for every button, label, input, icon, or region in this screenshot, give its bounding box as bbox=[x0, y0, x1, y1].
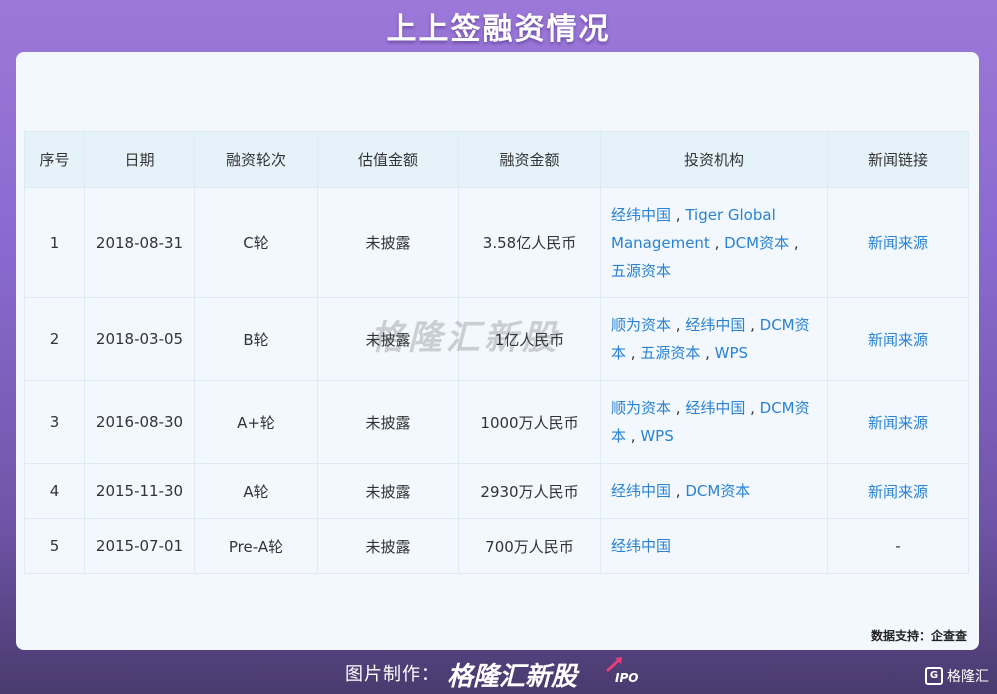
news-link[interactable]: 新闻来源 bbox=[868, 331, 928, 349]
logo-icon: G bbox=[925, 667, 943, 685]
corner-logo: G 格隆汇 bbox=[925, 666, 989, 686]
cell-valuation: 未披露 bbox=[317, 518, 459, 574]
page-title: 上上签融资情况 bbox=[386, 12, 611, 47]
cell-investors: 经纬中国 bbox=[600, 518, 828, 574]
table-row: 3 2016-08-30 A+轮 未披露 1000万人民币 顺为资本 , 经纬中国 , D… bbox=[24, 380, 969, 464]
cell-investors: 顺为资本 , 经纬中国 , DCM资本 , 五源资本 , WPS bbox=[600, 297, 828, 381]
investor-link[interactable]: DCM资本 bbox=[724, 234, 789, 252]
table-row: 2 2018-03-05 B轮 未披露 1亿人民币 顺为资本 , 经纬中国 , DCM资本… bbox=[24, 297, 969, 381]
cell-news: 新闻来源 bbox=[827, 380, 969, 464]
table-row: 4 2015-11-30 A轮 未披露 2930万人民币 经纬中国 , DCM资本 新闻来源 bbox=[24, 463, 969, 519]
column-header: 新闻链接 bbox=[827, 131, 969, 188]
column-header: 融资轮次 bbox=[194, 131, 318, 188]
investor-link[interactable]: 经纬中国 bbox=[611, 537, 671, 555]
investor-link[interactable]: WPS bbox=[640, 427, 673, 445]
investor-link[interactable]: DCM资本 bbox=[685, 482, 750, 500]
cell-round: Pre-A轮 bbox=[194, 518, 318, 574]
investor-link[interactable]: 经纬中国 bbox=[611, 482, 671, 500]
table-header-row: 序号 日期 融资轮次 估值金额 融资金额 投资机构 新闻链接 bbox=[24, 131, 969, 188]
investor-link[interactable]: 经纬中国 bbox=[685, 399, 745, 417]
column-header: 日期 bbox=[84, 131, 195, 188]
cell-date: 2018-08-31 bbox=[84, 187, 195, 298]
investor-link[interactable]: 顺为资本 bbox=[611, 399, 671, 417]
cell-investors: 经纬中国 , Tiger Global Management , DCM资本 ,… bbox=[600, 187, 828, 298]
table-row: 1 2018-08-31 C轮 未披露 3.58亿人民币 经纬中国 , Tiger Glo… bbox=[24, 187, 969, 298]
cell-round: C轮 bbox=[194, 187, 318, 298]
cell-amount: 700万人民币 bbox=[458, 518, 601, 574]
cell-round: A+轮 bbox=[194, 380, 318, 464]
cell-valuation: 未披露 bbox=[317, 187, 459, 298]
investor-link[interactable]: 五源资本 bbox=[640, 344, 700, 362]
cell-no: 3 bbox=[24, 380, 85, 464]
cell-no: 5 bbox=[24, 518, 85, 574]
financing-table: 序号 日期 融资轮次 估值金额 融资金额 投资机构 新闻链接 1 2018-08-31 C轮 未披… bbox=[24, 131, 969, 574]
table-row: 5 2015-07-01 Pre-A轮 未披露 700万人民币 经纬中国 - bbox=[24, 518, 969, 574]
investor-link[interactable]: 五源资本 bbox=[611, 262, 671, 280]
cell-date: 2015-11-30 bbox=[84, 463, 195, 519]
cell-news: - bbox=[827, 518, 969, 574]
footer-ipo: IPO bbox=[615, 671, 639, 685]
cell-valuation: 未披露 bbox=[317, 463, 459, 519]
cell-date: 2018-03-05 bbox=[84, 297, 195, 381]
investor-link[interactable]: 经纬中国 bbox=[685, 316, 745, 334]
cell-date: 2015-07-01 bbox=[84, 518, 195, 574]
investor-link[interactable]: 顺为资本 bbox=[611, 316, 671, 334]
column-header: 序号 bbox=[24, 131, 85, 188]
cell-round: B轮 bbox=[194, 297, 318, 381]
cell-investors: 经纬中国 , DCM资本 bbox=[600, 463, 828, 519]
news-empty: - bbox=[895, 537, 901, 555]
cell-no: 2 bbox=[24, 297, 85, 381]
footer-label: 图片制作： bbox=[345, 664, 440, 685]
cell-amount: 3.58亿人民币 bbox=[458, 187, 601, 298]
cell-valuation: 未披露 bbox=[317, 297, 459, 381]
cell-amount: 1亿人民币 bbox=[458, 297, 601, 381]
data-source: 数据支持：企查查 bbox=[870, 629, 967, 643]
investor-link[interactable]: 经纬中国 bbox=[611, 206, 671, 224]
footer-brand: 格隆汇新股 bbox=[447, 662, 578, 692]
cell-valuation: 未披露 bbox=[317, 380, 459, 464]
news-link[interactable]: 新闻来源 bbox=[868, 234, 928, 252]
cell-amount: 1000万人民币 bbox=[458, 380, 601, 464]
investor-link[interactable]: WPS bbox=[715, 344, 748, 362]
cell-news: 新闻来源 bbox=[827, 187, 969, 298]
column-header: 估值金额 bbox=[317, 131, 459, 188]
column-header: 投资机构 bbox=[600, 131, 828, 188]
cell-no: 4 bbox=[24, 463, 85, 519]
cell-amount: 2930万人民币 bbox=[458, 463, 601, 519]
cell-no: 1 bbox=[24, 187, 85, 298]
news-link[interactable]: 新闻来源 bbox=[868, 414, 928, 432]
column-header: 融资金额 bbox=[458, 131, 601, 188]
news-link[interactable]: 新闻来源 bbox=[868, 483, 928, 501]
arrow-up-icon bbox=[606, 657, 622, 672]
cell-round: A轮 bbox=[194, 463, 318, 519]
footer: 图片制作： 格隆汇新股 IPO G 格隆汇 bbox=[0, 654, 997, 694]
cell-investors: 顺为资本 , 经纬中国 , DCM资本 , WPS bbox=[600, 380, 828, 464]
corner-logo-text: 格隆汇 bbox=[947, 669, 989, 685]
cell-news: 新闻来源 bbox=[827, 297, 969, 381]
cell-date: 2016-08-30 bbox=[84, 380, 195, 464]
cell-news: 新闻来源 bbox=[827, 463, 969, 519]
